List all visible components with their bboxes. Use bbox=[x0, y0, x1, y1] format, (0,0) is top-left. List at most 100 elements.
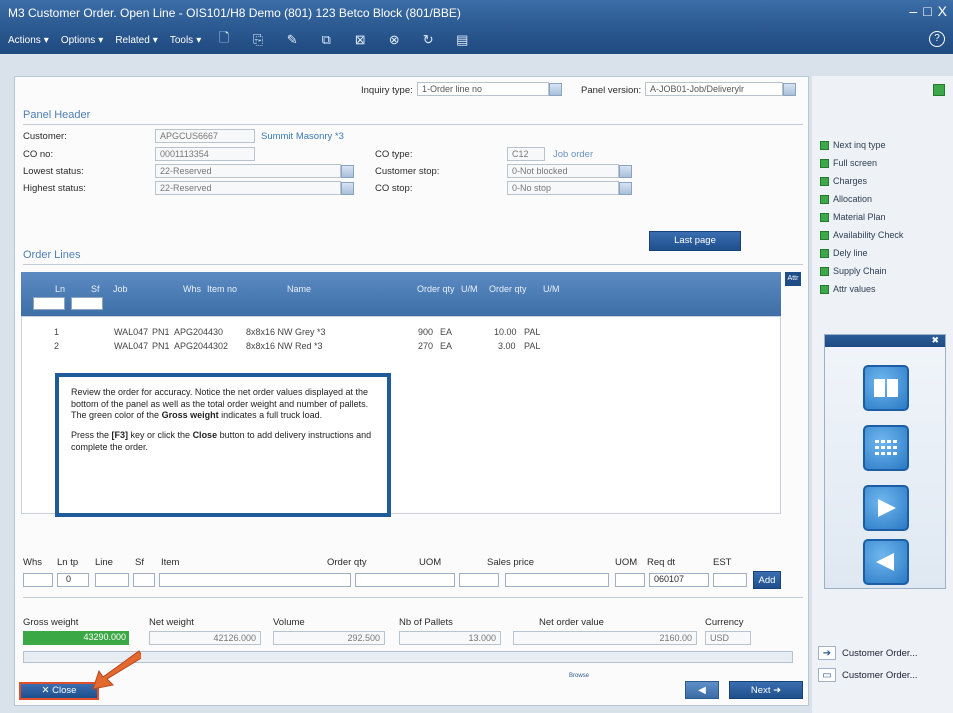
link-allocation[interactable]: Allocation bbox=[820, 194, 872, 204]
item-input[interactable] bbox=[159, 573, 351, 587]
table-row[interactable]: 1 WAL047 PN1 APG204430 8x8x16 NW Grey *3… bbox=[22, 327, 780, 341]
whs-input[interactable] bbox=[23, 573, 53, 587]
edit-pencil-icon[interactable]: ✎ bbox=[281, 31, 303, 49]
link-supply-chain[interactable]: Supply Chain bbox=[820, 266, 887, 276]
currency-label: Currency bbox=[705, 617, 744, 628]
chevron-down-icon: ▾ bbox=[152, 34, 158, 46]
help-icon[interactable]: ? bbox=[929, 31, 945, 47]
inquiry-type-select[interactable]: 1-Order line no bbox=[417, 82, 549, 96]
panel-version-dropdown-icon[interactable] bbox=[783, 83, 796, 96]
co-type-field[interactable]: C12 bbox=[507, 147, 545, 161]
column-header-item-no[interactable]: Item no bbox=[207, 284, 237, 294]
sales-price-input[interactable] bbox=[505, 573, 609, 587]
co-stop-dropdown-icon[interactable] bbox=[619, 182, 632, 195]
filter-ln-input[interactable] bbox=[33, 297, 65, 310]
minimize-button[interactable]: – bbox=[909, 3, 917, 19]
customer-field[interactable]: APGCUS6667 bbox=[155, 129, 255, 143]
close-icon[interactable]: ✖ bbox=[931, 335, 939, 346]
next-button[interactable]: Next ➜ bbox=[729, 681, 803, 699]
last-page-button[interactable]: Last page bbox=[649, 231, 741, 251]
related-options-panel: Next inq type Full screen Charges Alloca… bbox=[812, 76, 953, 713]
column-header-order-qty[interactable]: Order qty bbox=[417, 284, 455, 294]
uom-2-input[interactable] bbox=[615, 573, 645, 587]
display-icon[interactable]: ⧉ bbox=[315, 31, 337, 49]
keypad-icon[interactable] bbox=[863, 425, 909, 471]
net-weight-field: 42126.000 bbox=[149, 631, 261, 645]
chevron-down-icon: ▾ bbox=[196, 34, 202, 46]
add-line-button[interactable]: Add bbox=[753, 571, 781, 589]
link-next-inq-type[interactable]: Next inq type bbox=[820, 140, 886, 150]
link-attr-values[interactable]: Attr values bbox=[820, 284, 876, 294]
main-panel: Inquiry type: 1-Order line no Panel vers… bbox=[14, 76, 809, 706]
column-header-whs[interactable]: Whs bbox=[183, 284, 201, 294]
close-window-button[interactable]: X bbox=[938, 3, 947, 19]
book-icon[interactable] bbox=[863, 365, 909, 411]
back-arrow-icon[interactable] bbox=[863, 539, 909, 585]
column-header-ln[interactable]: Ln bbox=[55, 284, 65, 294]
co-type-desc: Job order bbox=[553, 149, 594, 160]
previous-button[interactable]: ◀ bbox=[685, 681, 719, 699]
uom-2-label: UOM bbox=[615, 557, 638, 568]
new-document-icon[interactable]: 🗋 bbox=[213, 30, 235, 49]
req-dt-input[interactable]: 060107 bbox=[649, 573, 709, 587]
attr-button[interactable]: Attr bbox=[785, 272, 801, 286]
co-stop-field[interactable]: 0-No stop bbox=[507, 181, 619, 195]
net-weight-label: Net weight bbox=[149, 617, 194, 628]
column-header-order-qty-2[interactable]: Order qty bbox=[489, 284, 527, 294]
lowest-status-field[interactable]: 22-Reserved bbox=[155, 164, 341, 178]
cancel-icon[interactable]: ⊗ bbox=[383, 31, 405, 49]
window-icon: ▭ bbox=[818, 668, 836, 682]
link-charges[interactable]: Charges bbox=[820, 176, 867, 186]
panel-version-select[interactable]: A-JOB01-Job/Deliverylr bbox=[645, 82, 783, 96]
forward-arrow-icon[interactable] bbox=[863, 485, 909, 531]
order-lines-title: Order Lines bbox=[23, 249, 81, 261]
link-dely-line[interactable]: Dely line bbox=[820, 248, 868, 258]
task-customer-order-1[interactable]: ➔ Customer Order... bbox=[818, 646, 918, 660]
inquiry-type-dropdown-icon[interactable] bbox=[549, 83, 562, 96]
menu-options[interactable]: Options ▾ bbox=[61, 35, 104, 46]
highest-status-dropdown-icon[interactable] bbox=[341, 182, 354, 195]
order-qty-input[interactable] bbox=[355, 573, 455, 587]
refresh-icon[interactable]: ↻ bbox=[417, 31, 439, 49]
uom-input[interactable] bbox=[459, 573, 499, 587]
link-availability-check[interactable]: Availability Check bbox=[820, 230, 903, 240]
delete-icon[interactable]: ⊠ bbox=[349, 31, 371, 49]
ln-tp-input[interactable]: 0 bbox=[57, 573, 89, 587]
net-order-value-label: Net order value bbox=[539, 617, 604, 628]
column-header-name[interactable]: Name bbox=[287, 284, 311, 294]
column-header-um-2[interactable]: U/M bbox=[543, 284, 560, 294]
panel-version-label: Panel version: bbox=[581, 85, 642, 96]
menu-related[interactable]: Related ▾ bbox=[115, 35, 158, 46]
column-header-um[interactable]: U/M bbox=[461, 284, 478, 294]
panel-toggle-icon[interactable] bbox=[933, 84, 945, 96]
maximize-button[interactable]: □ bbox=[923, 3, 931, 19]
browse-label[interactable]: Browse bbox=[569, 673, 589, 679]
pallets-field: 13.000 bbox=[399, 631, 501, 645]
customer-stop-field[interactable]: 0-Not blocked bbox=[507, 164, 619, 178]
column-header-job[interactable]: Job bbox=[113, 284, 128, 294]
lowest-status-label: Lowest status: bbox=[23, 166, 84, 177]
co-no-field[interactable]: 0001113354 bbox=[155, 147, 255, 161]
menu-tools[interactable]: Tools ▾ bbox=[170, 35, 201, 46]
menu-actions[interactable]: Actions ▾ bbox=[8, 35, 49, 46]
link-material-plan[interactable]: Material Plan bbox=[820, 212, 886, 222]
sf-input[interactable] bbox=[133, 573, 155, 587]
filter-sf-input[interactable] bbox=[71, 297, 103, 310]
line-input[interactable] bbox=[95, 573, 129, 587]
lowest-status-dropdown-icon[interactable] bbox=[341, 165, 354, 178]
est-input[interactable] bbox=[713, 573, 747, 587]
chevron-down-icon: ▾ bbox=[98, 34, 104, 46]
link-icon bbox=[820, 140, 829, 150]
copy-document-icon[interactable]: ⎘ bbox=[247, 31, 269, 49]
table-row[interactable]: 2 WAL047 PN1 APG2044302 8x8x16 NW Red *3… bbox=[22, 341, 780, 355]
divider bbox=[23, 597, 803, 598]
link-full-screen[interactable]: Full screen bbox=[820, 158, 877, 168]
tutorial-callout: Review the order for accuracy. Notice th… bbox=[55, 373, 391, 517]
menu-bar: Actions ▾ Options ▾ Related ▾ Tools ▾ 🗋 ⎘ ✎ … bbox=[0, 26, 953, 54]
column-header-sf[interactable]: Sf bbox=[91, 284, 100, 294]
customer-stop-dropdown-icon[interactable] bbox=[619, 165, 632, 178]
inquiry-type-label: Inquiry type: bbox=[361, 85, 413, 96]
highest-status-field[interactable]: 22-Reserved bbox=[155, 181, 341, 195]
task-customer-order-2[interactable]: ▭ Customer Order... bbox=[818, 668, 918, 682]
print-icon[interactable]: ▤ bbox=[451, 31, 473, 49]
